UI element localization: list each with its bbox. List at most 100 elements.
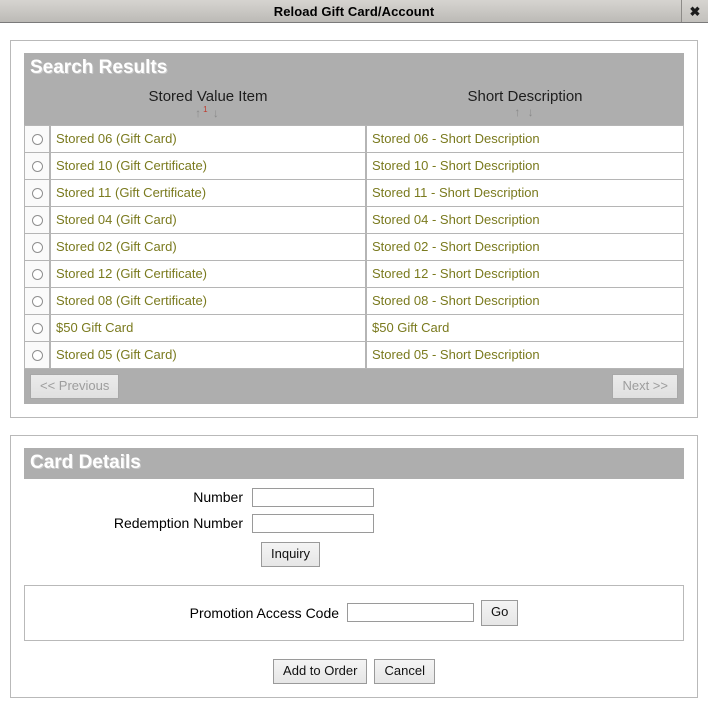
stored-value-item-link[interactable]: Stored 08 (Gift Certificate) xyxy=(56,293,207,308)
table-header: Stored Value Item ↑1 ↓ Short Description… xyxy=(24,83,684,125)
short-description-link[interactable]: Stored 04 - Short Description xyxy=(372,212,540,227)
table-row: Stored 04 (Gift Card) Stored 04 - Short D… xyxy=(24,206,684,234)
redemption-number-input[interactable] xyxy=(252,513,374,533)
stored-value-item-cell: Stored 08 (Gift Certificate) xyxy=(50,287,366,315)
short-description-link[interactable]: $50 Gift Card xyxy=(372,320,449,335)
short-description-cell: Stored 10 - Short Description xyxy=(366,152,684,180)
table-row: Stored 11 (Gift Certificate) Stored 11 - … xyxy=(24,179,684,207)
stored-value-item-cell: Stored 05 (Gift Card) xyxy=(50,341,366,369)
row-radio-button[interactable] xyxy=(31,215,43,227)
column-header-select xyxy=(24,83,50,125)
number-input[interactable] xyxy=(252,487,374,507)
table-row: Stored 06 (Gift Card) Stored 06 - Short D… xyxy=(24,124,684,153)
promotion-access-code-box: Promotion Access Code Go xyxy=(24,585,684,641)
row-radio-button[interactable] xyxy=(31,296,43,308)
stored-value-item-link[interactable]: Stored 04 (Gift Card) xyxy=(56,212,177,227)
sort-ascending-icon[interactable]: ↑ xyxy=(195,106,203,120)
card-details-panel: Card Details Number Redemption Number In… xyxy=(10,435,698,698)
row-radio-button[interactable] xyxy=(31,188,43,200)
next-page-button[interactable]: Next >> xyxy=(612,373,678,400)
sort-arrows-description: ↑ ↓ xyxy=(366,106,684,118)
column-header-short-description[interactable]: Short Description ↑ ↓ xyxy=(366,83,684,125)
row-select-cell xyxy=(24,124,50,153)
short-description-cell: Stored 05 - Short Description xyxy=(366,341,684,369)
short-description-cell: Stored 04 - Short Description xyxy=(366,206,684,234)
column-header-short-description-label: Short Description xyxy=(467,87,583,105)
sort-descending-icon[interactable]: ↓ xyxy=(213,106,221,120)
row-radio-button[interactable] xyxy=(31,161,43,173)
row-select-cell xyxy=(24,152,50,180)
redemption-number-label: Redemption Number xyxy=(113,515,243,532)
column-header-stored-value-item-label: Stored Value Item xyxy=(148,87,268,105)
promotion-access-code-input[interactable] xyxy=(347,603,475,623)
table-row: Stored 12 (Gift Certificate) Stored 12 - … xyxy=(24,260,684,288)
stored-value-item-cell: Stored 12 (Gift Certificate) xyxy=(50,260,366,288)
column-header-stored-value-item[interactable]: Stored Value Item ↑1 ↓ xyxy=(50,83,366,125)
row-radio-button[interactable] xyxy=(31,323,43,335)
sort-ascending-icon[interactable]: ↑ xyxy=(514,105,522,119)
inquiry-row: Inquiry xyxy=(24,541,684,568)
redemption-number-row: Redemption Number xyxy=(24,513,684,533)
stored-value-item-cell: Stored 04 (Gift Card) xyxy=(50,206,366,234)
promotion-go-button[interactable]: Go xyxy=(481,600,519,626)
table-row: Stored 10 (Gift Certificate) Stored 10 - … xyxy=(24,152,684,180)
stored-value-item-link[interactable]: Stored 05 (Gift Card) xyxy=(56,347,177,362)
row-select-cell xyxy=(24,179,50,207)
short-description-link[interactable]: Stored 05 - Short Description xyxy=(372,347,540,362)
previous-page-button[interactable]: << Previous xyxy=(30,373,120,400)
stored-value-item-link[interactable]: Stored 11 (Gift Certificate) xyxy=(56,185,206,200)
search-results-table: Stored Value Item ↑1 ↓ Short Description… xyxy=(24,83,684,369)
short-description-cell: Stored 06 - Short Description xyxy=(366,124,684,153)
table-row: Stored 08 (Gift Certificate) Stored 08 - … xyxy=(24,287,684,315)
short-description-link[interactable]: Stored 10 - Short Description xyxy=(372,158,540,173)
stored-value-item-link[interactable]: Stored 02 (Gift Card) xyxy=(56,239,177,254)
stored-value-item-link[interactable]: Stored 10 (Gift Certificate) xyxy=(56,158,207,173)
row-select-cell xyxy=(24,206,50,234)
sort-priority-badge: 1 xyxy=(203,104,208,114)
row-select-cell xyxy=(24,233,50,261)
short-description-link[interactable]: Stored 08 - Short Description xyxy=(372,293,540,308)
stored-value-item-cell: Stored 11 (Gift Certificate) xyxy=(50,179,366,207)
search-results-panel: Search Results Stored Value Item ↑1 ↓ Sh… xyxy=(10,40,698,419)
short-description-cell: Stored 02 - Short Description xyxy=(366,233,684,261)
sort-descending-icon[interactable]: ↓ xyxy=(528,105,536,119)
row-select-cell xyxy=(24,260,50,288)
table-row: Stored 05 (Gift Card) Stored 05 - Short D… xyxy=(24,341,684,369)
number-label: Number xyxy=(193,489,243,506)
table-row: Stored 02 (Gift Card) Stored 02 - Short D… xyxy=(24,233,684,261)
stored-value-item-cell: Stored 06 (Gift Card) xyxy=(50,124,366,153)
pagination-bar: << Previous Next >> xyxy=(24,368,684,405)
close-icon[interactable]: ✖ xyxy=(681,0,708,22)
row-radio-button[interactable] xyxy=(31,134,43,146)
table-body: Stored 06 (Gift Card) Stored 06 - Short D… xyxy=(24,124,684,369)
short-description-link[interactable]: Stored 06 - Short Description xyxy=(372,131,540,146)
stored-value-item-cell: $50 Gift Card xyxy=(50,314,366,342)
stored-value-item-cell: Stored 02 (Gift Card) xyxy=(50,233,366,261)
short-description-link[interactable]: Stored 12 - Short Description xyxy=(372,266,540,281)
row-select-cell xyxy=(24,314,50,342)
short-description-cell: $50 Gift Card xyxy=(366,314,684,342)
window-title: Reload Gift Card/Account xyxy=(273,3,435,19)
row-radio-button[interactable] xyxy=(31,242,43,254)
stored-value-item-cell: Stored 10 (Gift Certificate) xyxy=(50,152,366,180)
stored-value-item-link[interactable]: Stored 12 (Gift Certificate) xyxy=(56,266,207,281)
short-description-cell: Stored 08 - Short Description xyxy=(366,287,684,315)
short-description-link[interactable]: Stored 02 - Short Description xyxy=(372,239,540,254)
add-to-order-button[interactable]: Add to Order xyxy=(273,658,368,684)
short-description-cell: Stored 11 - Short Description xyxy=(366,179,684,207)
row-select-cell xyxy=(24,287,50,315)
search-results-heading: Search Results xyxy=(24,53,684,84)
row-radio-button[interactable] xyxy=(31,269,43,281)
cancel-button[interactable]: Cancel xyxy=(374,658,435,684)
row-select-cell xyxy=(24,341,50,369)
card-details-form: Number Redemption Number Inquiry Promoti… xyxy=(24,479,684,684)
form-actions: Add to Order Cancel xyxy=(24,658,684,684)
sort-arrows-item: ↑1 ↓ xyxy=(50,104,366,120)
row-radio-button[interactable] xyxy=(31,350,43,362)
promotion-access-code-label: Promotion Access Code xyxy=(189,604,340,621)
card-details-heading: Card Details xyxy=(24,448,684,479)
short-description-link[interactable]: Stored 11 - Short Description xyxy=(372,185,539,200)
inquiry-button[interactable]: Inquiry xyxy=(261,541,321,568)
stored-value-item-link[interactable]: $50 Gift Card xyxy=(56,320,133,335)
stored-value-item-link[interactable]: Stored 06 (Gift Card) xyxy=(56,131,177,146)
